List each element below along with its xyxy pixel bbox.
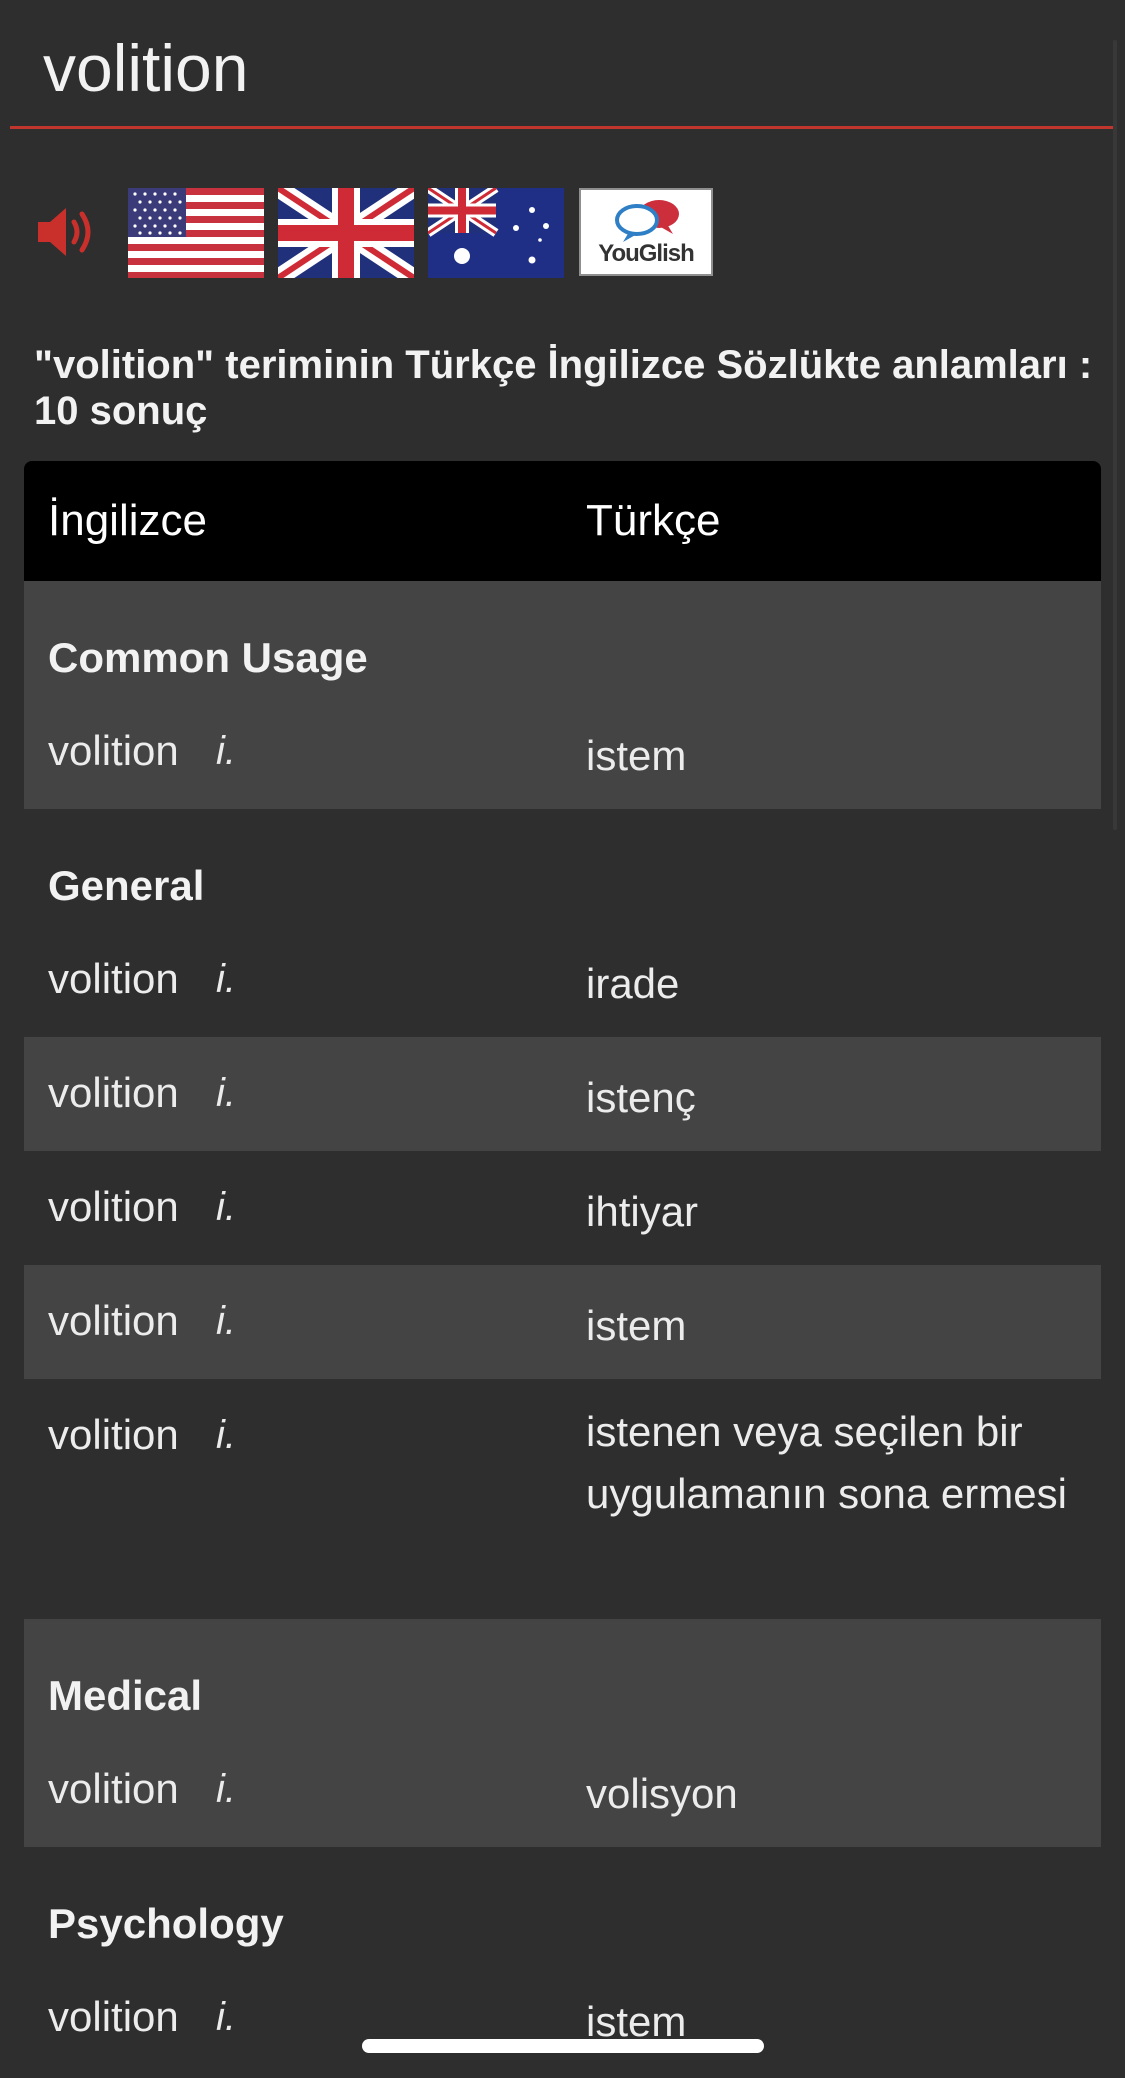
turkish-term[interactable]: istem [586, 725, 1086, 787]
category-label: Psychology [48, 1900, 284, 1947]
table-row[interactable]: volition i. istem [24, 1961, 1101, 2075]
uk-flag-icon[interactable] [278, 188, 414, 278]
turkish-term[interactable]: istenen veya seçilen bir uygulamanın son… [586, 1401, 1086, 1525]
category-row: Psychology [24, 1847, 1101, 1961]
table-header: İngilizce Türkçe [24, 461, 1101, 581]
english-term[interactable]: volition [48, 1181, 179, 1233]
part-of-speech: i. [216, 1299, 236, 1343]
part-of-speech: i. [216, 1071, 236, 1115]
category-label: Medical [48, 1672, 203, 1719]
results-table: İngilizce Türkçe Common Usage volition i… [24, 461, 1101, 2075]
english-term[interactable]: volition [48, 1763, 179, 1815]
australia-flag-icon[interactable] [428, 188, 564, 278]
part-of-speech: i. [216, 729, 236, 773]
english-term[interactable]: volition [48, 725, 179, 777]
table-row[interactable]: volition i. irade [24, 923, 1101, 1037]
part-of-speech: i. [216, 1767, 236, 1811]
table-row[interactable]: volition i. istenç [24, 1037, 1101, 1151]
table-row[interactable]: volition i. istem [24, 695, 1101, 809]
us-flag-icon[interactable] [128, 188, 264, 278]
header-english: İngilizce [48, 496, 207, 545]
youglish-button[interactable]: YouGlish [579, 188, 713, 276]
part-of-speech: i. [216, 1185, 236, 1229]
category-label: General [48, 862, 205, 909]
scrollbar[interactable] [1113, 40, 1117, 830]
turkish-term[interactable]: volisyon [586, 1763, 1086, 1825]
category-row: Medical [24, 1619, 1101, 1733]
turkish-term[interactable]: ihtiyar [586, 1181, 1086, 1243]
table-row[interactable]: volition i. ihtiyar [24, 1151, 1101, 1265]
category-row: Common Usage [24, 581, 1101, 695]
turkish-term[interactable]: istem [586, 1295, 1086, 1357]
turkish-term[interactable]: irade [586, 953, 1086, 1015]
english-term[interactable]: volition [48, 953, 179, 1005]
english-term[interactable]: volition [48, 1295, 179, 1347]
english-term[interactable]: volition [48, 1991, 179, 2043]
pronunciation-row: YouGlish [0, 188, 1125, 280]
home-indicator[interactable] [362, 2039, 764, 2053]
speaker-icon[interactable] [36, 204, 98, 260]
category-label: Common Usage [48, 634, 368, 681]
table-row[interactable]: volition i. istem [24, 1265, 1101, 1379]
result-heading: "volition" teriminin Türkçe İngilizce Sö… [34, 343, 1093, 433]
table-row[interactable]: volition i. volisyon [24, 1733, 1101, 1847]
search-bar[interactable]: volition [10, 0, 1115, 129]
table-row[interactable]: volition i. istenen veya seçilen bir uyg… [24, 1379, 1101, 1619]
category-row: General [24, 809, 1101, 923]
english-term[interactable]: volition [48, 1067, 179, 1119]
turkish-term[interactable]: istenç [586, 1067, 1086, 1129]
part-of-speech: i. [216, 1995, 236, 2039]
header-turkish: Türkçe [586, 496, 721, 545]
search-input[interactable]: volition [43, 28, 248, 108]
english-term[interactable]: volition [48, 1409, 179, 1461]
part-of-speech: i. [216, 957, 236, 1001]
youglish-label: YouGlish [598, 240, 695, 267]
part-of-speech: i. [216, 1413, 236, 1457]
